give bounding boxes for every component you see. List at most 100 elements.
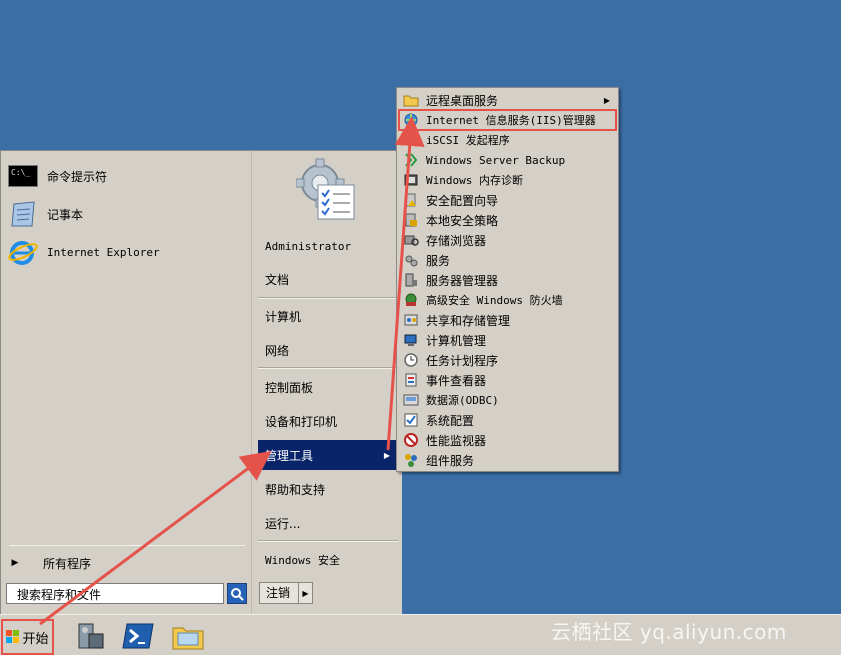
submenu-item-server-manager[interactable]: 服务器管理器 bbox=[399, 270, 616, 290]
submenu-item-label: 高级安全 Windows 防火墙 bbox=[426, 294, 563, 307]
submenu-item-local-security-policy[interactable]: 本地安全策略 bbox=[399, 210, 616, 230]
submenu-item-label: 计算机管理 bbox=[426, 333, 487, 348]
all-programs-label: 所有程序 bbox=[43, 556, 92, 571]
right-item-windows-security[interactable]: Windows 安全 bbox=[258, 547, 398, 573]
server-manager-icon bbox=[78, 623, 104, 649]
submenu-item-iis-manager[interactable]: Internet 信息服务(IIS)管理器 bbox=[398, 109, 617, 131]
start-button-label: 开始 bbox=[22, 631, 49, 647]
cmd-icon: C:\_ bbox=[7, 161, 39, 191]
submenu-item-label: 任务计划程序 bbox=[426, 353, 499, 368]
all-programs[interactable]: ▶ 所有程序 bbox=[7, 551, 245, 575]
submenu-item-label: 远程桌面服务 bbox=[426, 93, 499, 108]
taskbar-powershell[interactable] bbox=[121, 620, 155, 652]
right-item-run[interactable]: 运行... bbox=[258, 510, 398, 536]
search-button[interactable] bbox=[227, 583, 247, 604]
backup-icon bbox=[402, 152, 420, 168]
start-menu-right-pane: Administrator 文档 计算机 网络 控制面板 设备和打印机 管理工具… bbox=[251, 151, 402, 615]
submenu-item-label: 性能监视器 bbox=[426, 433, 487, 448]
pinned-ie-label: Internet Explorer bbox=[47, 245, 160, 259]
right-separator bbox=[258, 540, 398, 542]
pinned-cmd-label: 命令提示符 bbox=[47, 169, 108, 184]
right-separator bbox=[258, 297, 398, 299]
submenu-item-component-services[interactable]: 组件服务 bbox=[399, 450, 616, 470]
start-button[interactable]: 开始 bbox=[1, 619, 54, 655]
submenu-item-memory-diagnostic[interactable]: Windows 内存诊断 bbox=[399, 170, 616, 190]
memory-icon bbox=[402, 172, 420, 188]
notepad-icon bbox=[7, 199, 39, 229]
submenu-item-label: 存储浏览器 bbox=[426, 233, 487, 248]
event-viewer-icon bbox=[402, 372, 420, 388]
pinned-cmd[interactable]: C:\_ 命令提示符 bbox=[7, 159, 245, 193]
submenu-item-share-storage[interactable]: 共享和存储管理 bbox=[399, 310, 616, 330]
logoff-options-arrow-icon[interactable]: ▶ bbox=[298, 583, 312, 603]
pinned-ie[interactable]: Internet Explorer bbox=[7, 235, 245, 269]
pinned-notepad-label: 记事本 bbox=[47, 207, 84, 222]
search-icon bbox=[231, 587, 244, 601]
submenu-item-label: Internet 信息服务(IIS)管理器 bbox=[426, 114, 596, 127]
submenu-item-advanced-firewall[interactable]: 高级安全 Windows 防火墙 bbox=[399, 290, 616, 310]
task-scheduler-icon bbox=[402, 352, 420, 368]
submenu-arrow-icon: ▶ bbox=[383, 450, 390, 460]
submenu-item-odbc[interactable]: 数据源(ODBC) bbox=[399, 390, 616, 410]
right-item-documents[interactable]: 文档 bbox=[258, 266, 398, 292]
admin-tools-submenu: 远程桌面服务 ▶ Internet 信息服务(IIS)管理器 iSCSI 发起程… bbox=[396, 87, 619, 472]
watermark: 云栖社区 yq.aliyun.com bbox=[551, 620, 787, 644]
odbc-icon bbox=[402, 392, 420, 408]
windows-logo-icon bbox=[6, 630, 20, 643]
admin-tools-label: 管理工具 bbox=[265, 448, 314, 463]
iis-icon bbox=[402, 112, 420, 128]
powershell-icon bbox=[122, 623, 154, 649]
right-item-admin-tools[interactable]: 管理工具 ▶ bbox=[258, 440, 398, 470]
share-icon bbox=[402, 312, 420, 328]
submenu-item-label: Windows 内存诊断 bbox=[426, 174, 523, 187]
submenu-item-label: 服务 bbox=[426, 253, 451, 268]
submenu-item-label: 系统配置 bbox=[426, 413, 475, 428]
submenu-item-label: 组件服务 bbox=[426, 453, 475, 468]
submenu-item-label: 数据源(ODBC) bbox=[426, 394, 499, 407]
pinned-notepad[interactable]: 记事本 bbox=[7, 197, 245, 231]
submenu-item-storage-explorer[interactable]: 存储浏览器 bbox=[399, 230, 616, 250]
submenu-item-label: Windows Server Backup bbox=[426, 153, 566, 167]
taskbar-server-manager[interactable] bbox=[73, 620, 107, 652]
right-item-control-panel[interactable]: 控制面板 bbox=[258, 374, 398, 400]
gear-checklist-icon bbox=[295, 158, 355, 220]
submenu-item-label: 共享和存储管理 bbox=[426, 313, 511, 328]
left-separator bbox=[9, 545, 245, 546]
right-item-devices-printers[interactable]: 设备和打印机 bbox=[258, 408, 398, 434]
submenu-item-iscsi[interactable]: iSCSI 发起程序 bbox=[399, 130, 616, 150]
security-wizard-icon bbox=[402, 192, 420, 208]
iscsi-icon bbox=[402, 132, 420, 148]
storage-icon bbox=[402, 232, 420, 248]
search-input[interactable]: 搜索程序和文件 bbox=[6, 583, 224, 604]
submenu-item-services[interactable]: 服务 bbox=[399, 250, 616, 270]
submenu-item-computer-management[interactable]: 计算机管理 bbox=[399, 330, 616, 350]
submenu-item-event-viewer[interactable]: 事件查看器 bbox=[399, 370, 616, 390]
right-item-network[interactable]: 网络 bbox=[258, 337, 398, 363]
right-item-administrator[interactable]: Administrator bbox=[258, 233, 398, 259]
submenu-item-remote-desktop[interactable]: 远程桌面服务 ▶ bbox=[399, 90, 616, 110]
submenu-item-label: 安全配置向导 bbox=[426, 193, 499, 208]
submenu-item-performance-monitor[interactable]: 性能监视器 bbox=[399, 430, 616, 450]
submenu-item-system-config[interactable]: 系统配置 bbox=[399, 410, 616, 430]
start-menu: C:\_ 命令提示符 记事本 Internet Explorer ▶ 所有程序 … bbox=[0, 150, 402, 615]
ie-icon bbox=[7, 237, 39, 267]
services-icon bbox=[402, 252, 420, 268]
submenu-item-label: 事件查看器 bbox=[426, 373, 487, 388]
start-menu-left-pane: C:\_ 命令提示符 记事本 Internet Explorer ▶ 所有程序 … bbox=[1, 151, 251, 615]
submenu-item-windows-server-backup[interactable]: Windows Server Backup bbox=[399, 150, 616, 170]
right-item-computer[interactable]: 计算机 bbox=[258, 303, 398, 329]
perfmon-icon bbox=[402, 432, 420, 448]
play-arrow-icon: ▶ bbox=[11, 558, 19, 568]
submenu-item-security-config-wizard[interactable]: 安全配置向导 bbox=[399, 190, 616, 210]
server-manager-icon bbox=[402, 272, 420, 288]
local-policy-icon bbox=[402, 212, 420, 228]
computer-mgmt-icon bbox=[402, 332, 420, 348]
explorer-icon bbox=[172, 627, 204, 650]
taskbar-explorer[interactable] bbox=[171, 620, 205, 652]
submenu-item-label: iSCSI 发起程序 bbox=[426, 134, 510, 147]
logoff-button[interactable]: 注销 ▶ bbox=[259, 582, 313, 604]
right-separator bbox=[258, 367, 398, 369]
right-item-help[interactable]: 帮助和支持 bbox=[258, 476, 398, 502]
msconfig-icon bbox=[402, 412, 420, 428]
submenu-item-task-scheduler[interactable]: 任务计划程序 bbox=[399, 350, 616, 370]
